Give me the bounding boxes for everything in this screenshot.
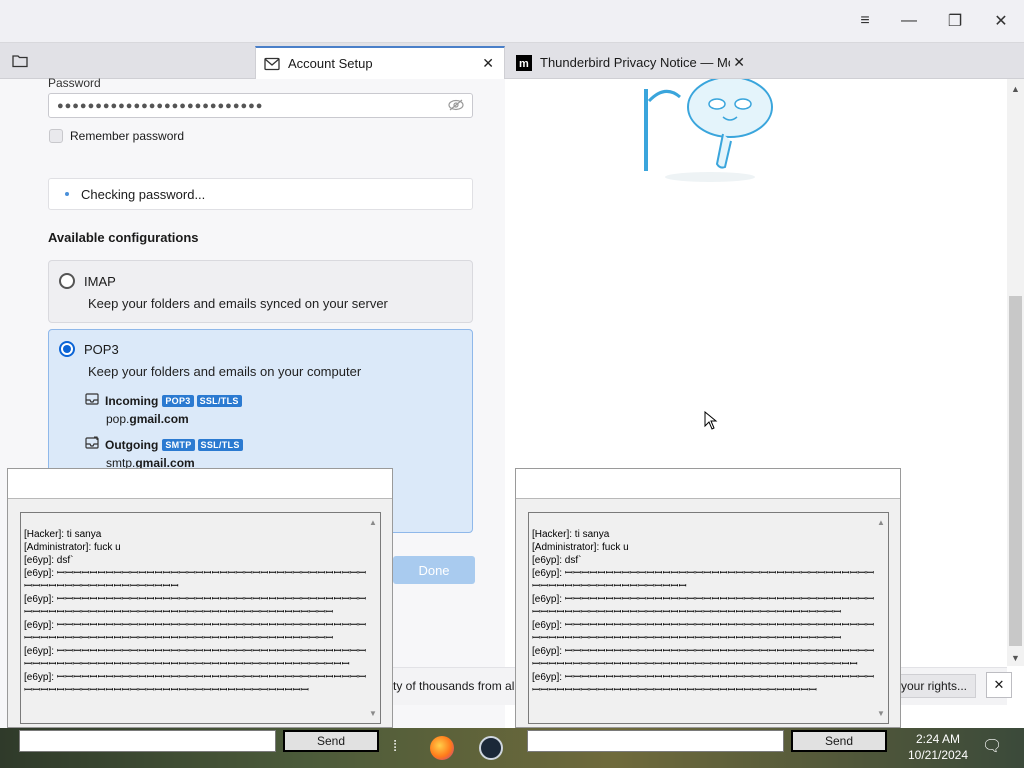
config-title: POP3 <box>84 342 119 357</box>
mozilla-icon: m <box>516 54 532 71</box>
chat-line: [e6yp]: ꟷꟷꟷꟷꟷꟷꟷꟷꟷꟷꟷꟷꟷꟷꟷꟷꟷꟷꟷꟷꟷꟷꟷꟷꟷꟷꟷꟷꟷꟷꟷꟷ… <box>532 594 875 618</box>
send-button[interactable]: Send <box>791 730 887 752</box>
minimize-button[interactable]: — <box>894 7 924 35</box>
title-bar: ≡ — ❐ ✕ <box>0 0 1024 43</box>
restore-button[interactable]: ❐ <box>940 7 970 35</box>
configs-heading: Available configurations <box>48 230 199 245</box>
chat-line: [Hacker]: ti sanya <box>532 529 610 540</box>
host-domain: gmail.com <box>129 412 189 426</box>
know-your-rights-button[interactable]: your rights... <box>892 674 976 698</box>
chat-line: [Administrator]: fuck u <box>532 542 629 553</box>
incoming-label: Incoming <box>105 393 159 408</box>
steam-icon[interactable] <box>479 736 503 760</box>
chat-line: [e6yp]: dsf` <box>532 555 582 566</box>
menu-icon[interactable]: ≡ <box>850 7 880 35</box>
chat-log: [Hacker]: ti sanya [Administrator]: fuck… <box>528 512 889 724</box>
account-setup-icon <box>264 56 280 72</box>
chat-line: [e6yp]: ꟷꟷꟷꟷꟷꟷꟷꟷꟷꟷꟷꟷꟷꟷꟷꟷꟷꟷꟷꟷꟷꟷꟷꟷꟷꟷꟷꟷꟷꟷꟷꟷ… <box>532 672 875 696</box>
inbox-icon <box>85 392 99 409</box>
close-tab-icon[interactable]: ✕ <box>482 55 494 72</box>
tab-privacy-notice[interactable]: m Thunderbird Privacy Notice — Moz ✕ <box>508 46 753 79</box>
notice-text: ty of thousands from al <box>393 679 515 693</box>
chat-header <box>516 469 900 499</box>
chat-line: [e6yp]: ꟷꟷꟷꟷꟷꟷꟷꟷꟷꟷꟷꟷꟷꟷꟷꟷꟷꟷꟷꟷꟷꟷꟷꟷꟷꟷꟷꟷꟷꟷꟷꟷ… <box>24 672 367 696</box>
mouse-cursor-icon <box>704 411 718 430</box>
tab-bar: Account Setup ✕ m Thunderbird Privacy No… <box>0 43 1024 79</box>
outbox-icon <box>85 436 99 453</box>
chat-window-right: [Hacker]: ti sanya [Administrator]: fuck… <box>515 468 901 728</box>
notice-close-button[interactable]: ✕ <box>986 672 1012 698</box>
task-view-icon[interactable]: ⁞ <box>393 738 397 755</box>
security-badge: SSL/TLS <box>196 394 242 407</box>
chat-line: [e6yp]: ꟷꟷꟷꟷꟷꟷꟷꟷꟷꟷꟷꟷꟷꟷꟷꟷꟷꟷꟷꟷꟷꟷꟷꟷꟷꟷꟷꟷꟷꟷꟷꟷ… <box>24 568 367 592</box>
chat-line: [e6yp]: ꟷꟷꟷꟷꟷꟷꟷꟷꟷꟷꟷꟷꟷꟷꟷꟷꟷꟷꟷꟷꟷꟷꟷꟷꟷꟷꟷꟷꟷꟷꟷꟷ… <box>532 568 875 592</box>
scroll-down-icon[interactable]: ▼ <box>369 707 377 720</box>
outgoing-label: Outgoing <box>105 437 159 452</box>
chat-input[interactable] <box>527 730 784 752</box>
config-title: IMAP <box>84 274 116 289</box>
tab-account-setup[interactable]: Account Setup ✕ <box>255 46 505 79</box>
svg-text:m: m <box>519 58 529 70</box>
chat-line: [e6yp]: ꟷꟷꟷꟷꟷꟷꟷꟷꟷꟷꟷꟷꟷꟷꟷꟷꟷꟷꟷꟷꟷꟷꟷꟷꟷꟷꟷꟷꟷꟷꟷꟷ… <box>24 594 367 618</box>
sloth-illustration <box>644 79 773 182</box>
chat-window-left: [Hacker]: ti sanya [Administrator]: fuck… <box>7 468 393 728</box>
protocol-badge: POP3 <box>162 394 194 407</box>
status-text: Checking password... <box>81 186 206 202</box>
scroll-up-icon[interactable]: ▲ <box>877 516 885 529</box>
scroll-down-icon[interactable]: ▼ <box>877 707 885 720</box>
host-prefix: pop. <box>106 412 130 426</box>
protocol-badge: SMTP <box>162 438 195 451</box>
scrollbar-thumb[interactable] <box>1009 296 1022 646</box>
tab-label: Account Setup <box>288 56 373 71</box>
chat-header <box>8 469 392 499</box>
chat-line: [Administrator]: fuck u <box>24 542 121 553</box>
scroll-up-icon[interactable]: ▲ <box>369 516 377 529</box>
security-badge: SSL/TLS <box>197 438 243 451</box>
chat-scrollbar[interactable]: ▲ ▼ <box>874 513 888 723</box>
chat-line: [Hacker]: ti sanya <box>24 529 102 540</box>
clock-time: 2:24 AM <box>915 732 961 746</box>
chat-scrollbar[interactable]: ▲ ▼ <box>366 513 380 723</box>
remember-password-checkbox[interactable] <box>49 129 63 143</box>
tab-label: Thunderbird Privacy Notice — Moz <box>540 55 730 70</box>
status-box: Checking password... <box>48 178 473 210</box>
password-label: Password <box>48 76 101 90</box>
password-field[interactable]: ●●●●●●●●●●●●●●●●●●●●●●●●●●● <box>48 93 473 118</box>
chat-log: [Hacker]: ti sanya [Administrator]: fuck… <box>20 512 381 724</box>
config-description: Keep your folders and emails synced on y… <box>88 296 388 311</box>
clock-date: 10/21/2024 <box>907 748 969 762</box>
chat-input[interactable] <box>19 730 276 752</box>
chat-line: [e6yp]: dsf` <box>24 555 74 566</box>
scroll-up-icon[interactable]: ▲ <box>1011 84 1020 94</box>
spinner-icon <box>65 192 69 196</box>
chat-line: [e6yp]: ꟷꟷꟷꟷꟷꟷꟷꟷꟷꟷꟷꟷꟷꟷꟷꟷꟷꟷꟷꟷꟷꟷꟷꟷꟷꟷꟷꟷꟷꟷꟷꟷ… <box>24 646 367 670</box>
taskbar-clock[interactable]: 2:24 AM 10/21/2024 <box>905 731 971 763</box>
incoming-server-row: Incoming POP3 SSL/TLS <box>85 392 245 409</box>
close-button[interactable]: ✕ <box>986 7 1016 35</box>
config-description: Keep your folders and emails on your com… <box>88 364 362 379</box>
config-imap[interactable]: IMAP Keep your folders and emails synced… <box>48 260 473 323</box>
scroll-down-icon[interactable]: ▼ <box>1011 653 1020 663</box>
password-mask: ●●●●●●●●●●●●●●●●●●●●●●●●●●● <box>57 99 264 112</box>
imap-radio[interactable] <box>59 273 75 289</box>
done-button[interactable]: Done <box>393 556 475 584</box>
outgoing-server-row: Outgoing SMTP SSL/TLS <box>85 436 246 453</box>
close-tab-icon[interactable]: ✕ <box>733 54 745 71</box>
chat-line: [e6yp]: ꟷꟷꟷꟷꟷꟷꟷꟷꟷꟷꟷꟷꟷꟷꟷꟷꟷꟷꟷꟷꟷꟷꟷꟷꟷꟷꟷꟷꟷꟷꟷꟷ… <box>532 620 875 644</box>
chat-line: [e6yp]: ꟷꟷꟷꟷꟷꟷꟷꟷꟷꟷꟷꟷꟷꟷꟷꟷꟷꟷꟷꟷꟷꟷꟷꟷꟷꟷꟷꟷꟷꟷꟷꟷ… <box>24 620 367 644</box>
remember-password-label: Remember password <box>70 129 185 143</box>
send-button[interactable]: Send <box>283 730 379 752</box>
firefox-icon[interactable] <box>430 736 454 760</box>
show-password-icon[interactable] <box>448 99 464 114</box>
chat-line: [e6yp]: ꟷꟷꟷꟷꟷꟷꟷꟷꟷꟷꟷꟷꟷꟷꟷꟷꟷꟷꟷꟷꟷꟷꟷꟷꟷꟷꟷꟷꟷꟷꟷꟷ… <box>532 646 875 670</box>
incoming-host: pop.gmail.com <box>106 412 189 426</box>
folder-icon[interactable] <box>12 54 28 71</box>
pop3-radio[interactable] <box>59 341 75 357</box>
notification-icon[interactable]: 🗨 <box>982 736 1002 756</box>
